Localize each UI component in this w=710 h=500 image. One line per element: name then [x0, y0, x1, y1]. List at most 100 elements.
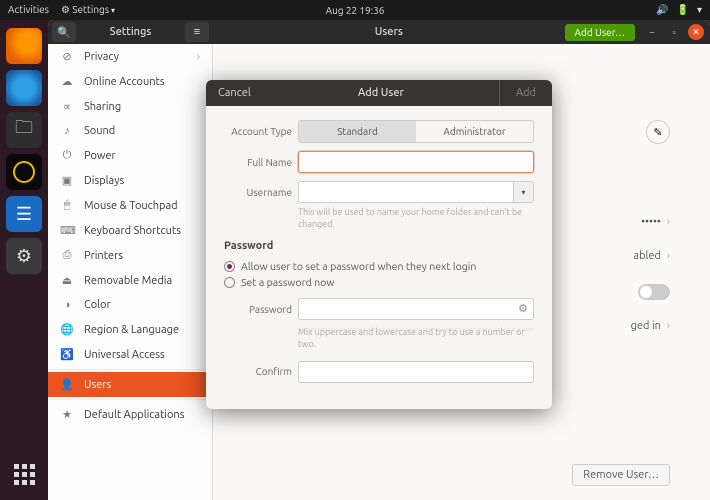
- account-type-standard[interactable]: Standard: [299, 121, 416, 142]
- sidebar-icon: ▣: [60, 174, 74, 187]
- sidebar-item-online-accounts[interactable]: ☁Online Accounts: [48, 69, 212, 94]
- radio-icon: [224, 277, 235, 288]
- password-section-label: Password: [224, 240, 534, 252]
- confirm-label: Confirm: [224, 366, 292, 377]
- sidebar-item-displays[interactable]: ▣ Displays: [48, 168, 212, 193]
- sidebar-item-label: Privacy: [84, 51, 119, 63]
- password-label: Password: [224, 304, 292, 315]
- sidebar-item-users[interactable]: 👤 Users: [48, 372, 212, 397]
- username-dropdown[interactable]: ▾: [514, 181, 534, 203]
- search-button[interactable]: 🔍: [52, 22, 76, 42]
- settings-icon[interactable]: ⚙: [6, 238, 42, 274]
- thunderbird-icon[interactable]: [6, 70, 42, 106]
- files-icon[interactable]: 🗀: [6, 112, 42, 148]
- top-panel: Activities ⚙ Settings Aug 22 19:36 🔊 🔋 ▾: [0, 0, 710, 20]
- clock[interactable]: Aug 22 19:36: [326, 5, 385, 16]
- confirm-input[interactable]: [298, 361, 534, 383]
- search-icon: 🔍: [57, 26, 71, 39]
- sidebar-icon: ⏏: [60, 274, 74, 287]
- password-hint: Mix uppercase and lowercase and try to u…: [298, 327, 534, 350]
- sidebar-icon: ♪: [60, 125, 74, 137]
- sidebar-item-label: Sound: [84, 125, 115, 137]
- radio-set-now[interactable]: Set a password now: [224, 274, 534, 290]
- sidebar-item-sound[interactable]: ♪ Sound: [48, 119, 212, 143]
- add-button: Add: [499, 80, 552, 106]
- fullname-label: Full Name: [224, 157, 292, 168]
- close-button[interactable]: ✕: [688, 24, 704, 40]
- account-type-toggle: Standard Administrator: [298, 120, 534, 143]
- volume-icon[interactable]: 🔊: [656, 4, 668, 16]
- sidebar-icon: ★: [60, 408, 74, 421]
- hamburger-button[interactable]: ≡: [185, 22, 209, 42]
- cancel-button[interactable]: Cancel: [206, 87, 263, 99]
- sidebar-item-label: Color: [84, 299, 111, 311]
- sidebar-item-label: Mouse & Touchpad: [84, 200, 178, 212]
- sidebar-item-label: Displays: [84, 175, 124, 187]
- activities-button[interactable]: Activities: [8, 4, 49, 16]
- sidebar-icon: ◑: [60, 299, 74, 311]
- sidebar-item-label: Region & Language: [84, 324, 179, 336]
- password-input[interactable]: [298, 298, 534, 320]
- radio-next-login[interactable]: Allow user to set a password when they n…: [224, 258, 534, 274]
- remove-user-button[interactable]: Remove User…: [572, 464, 670, 486]
- pencil-icon: ✎: [653, 126, 662, 139]
- chevron-right-icon: ›: [197, 51, 200, 63]
- sidebar-item-label: Sharing: [84, 101, 121, 113]
- sidebar-item-printers[interactable]: ⎙ Printers: [48, 243, 212, 268]
- activity-value: ged in: [631, 320, 661, 332]
- dialog-title: Add User: [263, 87, 499, 99]
- sidebar-item-label: Online Accounts: [84, 76, 165, 88]
- sidebar-item-color[interactable]: ◑ Color: [48, 293, 212, 317]
- sidebar-icon: 👤: [60, 378, 74, 391]
- libreoffice-writer-icon[interactable]: ☰: [6, 196, 42, 232]
- chevron-right-icon[interactable]: ›: [667, 320, 670, 332]
- sidebar-item-power[interactable]: ⏻Power: [48, 143, 212, 168]
- app-menu[interactable]: ⚙ Settings: [61, 4, 115, 16]
- chevron-right-icon[interactable]: ›: [667, 216, 670, 228]
- username-label: Username: [224, 187, 292, 198]
- sidebar: ⊘ Privacy › ☁Online Accounts ∝ Sharing ♪ Sound ⏻…: [48, 44, 213, 500]
- caret-down-icon: ▾: [521, 188, 525, 197]
- username-hint: This will be used to name your home fold…: [298, 207, 534, 230]
- sidebar-icon: 🌐: [60, 323, 74, 336]
- account-type-label: Account Type: [224, 126, 292, 137]
- sidebar-item-label: Printers: [84, 250, 123, 262]
- menu-icon: ≡: [194, 26, 200, 38]
- minimize-button[interactable]: –: [644, 24, 660, 40]
- sidebar-item-universal-access[interactable]: ♿Universal Access: [48, 342, 212, 367]
- toggle-switch[interactable]: [638, 284, 670, 300]
- sidebar-item-label: Removable Media: [84, 275, 172, 287]
- sidebar-icon: ⊘: [60, 50, 74, 63]
- chevron-right-icon[interactable]: ›: [667, 250, 670, 262]
- sidebar-icon: ⏻: [60, 149, 74, 162]
- sidebar-icon: ⎙: [60, 249, 74, 262]
- sidebar-item-label: Default Applications: [84, 409, 184, 421]
- autologin-value: abled: [633, 250, 660, 262]
- sidebar-item-privacy[interactable]: ⊘ Privacy ›: [48, 44, 212, 69]
- password-value: •••••: [641, 216, 661, 228]
- edit-avatar-button[interactable]: ✎: [646, 120, 670, 144]
- sidebar-item-label: Universal Access: [84, 349, 165, 361]
- battery-icon[interactable]: 🔋: [677, 4, 689, 16]
- sidebar-item-region-language[interactable]: 🌐 Region & Language: [48, 317, 212, 342]
- sidebar-item-keyboard-shortcuts[interactable]: ⌨Keyboard Shortcuts: [48, 218, 212, 243]
- maximize-button[interactable]: ▫: [666, 24, 682, 40]
- generate-password-icon[interactable]: ⚙: [518, 302, 528, 315]
- rhythmbox-icon[interactable]: [6, 154, 42, 190]
- sidebar-item-mouse-touchpad[interactable]: 🖱Mouse & Touchpad: [48, 193, 212, 218]
- sidebar-icon: ∝: [60, 100, 74, 113]
- account-type-admin[interactable]: Administrator: [416, 121, 533, 142]
- titlebar: 🔍 Settings ≡ Users Add User… – ▫ ✕: [48, 20, 710, 44]
- sidebar-item-label: Users: [84, 379, 111, 391]
- titlebar-right-title: Users: [213, 26, 565, 38]
- firefox-icon[interactable]: [6, 28, 42, 64]
- sidebar-item-default-applications[interactable]: ★ Default Applications: [48, 402, 212, 427]
- fullname-input[interactable]: [298, 151, 534, 173]
- radio-icon: [224, 261, 235, 272]
- sidebar-item-sharing[interactable]: ∝ Sharing: [48, 94, 212, 119]
- show-applications-icon[interactable]: [6, 456, 42, 492]
- username-input[interactable]: [298, 181, 514, 203]
- sidebar-item-removable-media[interactable]: ⏏ Removable Media: [48, 268, 212, 293]
- system-menu-caret[interactable]: ▾: [697, 4, 702, 16]
- add-user-button[interactable]: Add User…: [565, 24, 635, 41]
